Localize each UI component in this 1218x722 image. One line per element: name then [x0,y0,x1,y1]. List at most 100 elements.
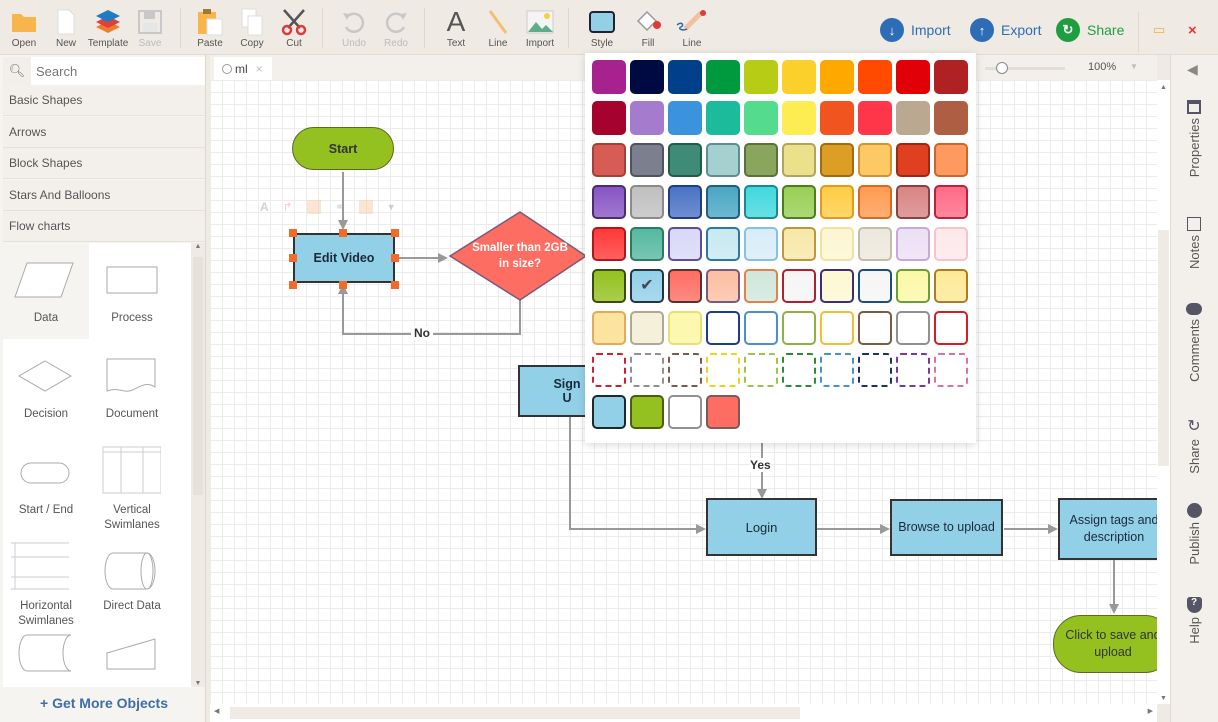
import-file-button[interactable]: ↓ Import [880,17,951,43]
style-swatch[interactable] [934,227,968,261]
style-swatch[interactable] [668,101,702,135]
style-swatch[interactable] [668,269,702,303]
resize-handle[interactable] [391,229,399,237]
shape-data[interactable]: Data [3,243,89,339]
search-input[interactable] [36,63,196,79]
sidebar-scrollbar[interactable]: ▲ ▼ [191,243,205,687]
panel-properties[interactable]: Properties [1179,100,1209,177]
shape-start-end[interactable]: Start / End [3,435,89,531]
shape-document[interactable]: Document [89,339,175,435]
style-swatch[interactable] [592,269,626,303]
style-swatch[interactable] [934,60,968,94]
style-swatch[interactable] [858,227,892,261]
node-sign-up[interactable]: Sign U [518,365,588,417]
style-swatch[interactable] [668,185,702,219]
panel-comments[interactable]: Comments [1179,303,1209,382]
redo-button[interactable]: Redo [374,8,418,52]
search-icon[interactable]: 🔍︎ [3,57,31,85]
line-style-button[interactable]: Line [670,8,714,52]
import-image-button[interactable]: Import [518,8,562,52]
style-swatch[interactable] [706,269,740,303]
style-swatch[interactable] [592,143,626,177]
style-swatch[interactable] [668,353,702,387]
category-block-shapes[interactable]: Block Shapes [3,148,205,179]
category-arrows[interactable]: Arrows [3,117,205,148]
style-swatch[interactable] [896,353,930,387]
node-edit-video[interactable]: Edit Video [293,233,395,283]
style-swatch[interactable] [668,227,702,261]
cut-button[interactable]: Cut [272,8,316,52]
template-button[interactable]: Template [86,8,130,52]
style-swatch[interactable] [744,227,778,261]
text-button[interactable]: A Text [434,6,478,52]
arrange-icon[interactable] [306,200,321,214]
style-swatch[interactable] [896,227,930,261]
style-swatch[interactable] [592,227,626,261]
style-swatch[interactable] [896,311,930,345]
style-swatch[interactable] [820,185,854,219]
style-swatch[interactable] [858,353,892,387]
text-tool-icon[interactable]: A [260,200,269,214]
get-more-objects-link[interactable]: + Get More Objects [3,687,205,722]
style-swatch[interactable] [706,311,740,345]
style-swatch[interactable] [934,143,968,177]
style-swatch[interactable] [744,353,778,387]
style-swatch[interactable] [934,353,968,387]
style-swatch[interactable] [592,60,626,94]
open-button[interactable]: Open [2,8,46,52]
style-swatch[interactable] [706,227,740,261]
close-button[interactable]: × [1188,17,1197,43]
fill-quick-icon[interactable] [358,200,373,214]
style-swatch[interactable] [630,60,664,94]
style-button[interactable]: Style [580,8,624,52]
style-swatch[interactable] [630,143,664,177]
style-swatch[interactable] [858,311,892,345]
node-save-upload[interactable]: Click to save and upload [1053,615,1157,673]
dropdown-icon[interactable]: ▼ [387,202,396,212]
style-swatch[interactable] [744,185,778,219]
style-swatch[interactable] [706,185,740,219]
canvas-horizontal-scrollbar[interactable]: ◀ ▶ [210,704,1157,722]
save-button[interactable]: Save [128,8,172,52]
style-swatch[interactable] [630,311,664,345]
style-swatch[interactable] [706,101,740,135]
style-swatch[interactable] [934,269,968,303]
style-swatch[interactable] [706,143,740,177]
panel-help[interactable]: ? Help [1179,597,1209,644]
shape-vertical-swimlanes[interactable]: Vertical Swimlanes [89,435,175,531]
style-swatch[interactable] [592,101,626,135]
style-swatch[interactable] [820,101,854,135]
shape-direct-data[interactable]: Direct Data [89,531,175,627]
node-start[interactable]: Start [292,127,394,170]
share-button[interactable]: ↻ Share [1056,17,1124,43]
style-swatch[interactable] [782,311,816,345]
style-swatch[interactable] [934,185,968,219]
style-swatch[interactable] [820,60,854,94]
style-swatch[interactable] [820,311,854,345]
resize-handle[interactable] [289,281,297,289]
style-swatch[interactable] [820,143,854,177]
style-swatch[interactable] [858,101,892,135]
resize-handle[interactable] [339,281,347,289]
style-swatch[interactable] [744,60,778,94]
style-swatch[interactable] [782,143,816,177]
style-swatch[interactable] [782,227,816,261]
connector-icon[interactable]: ↱ [283,200,293,214]
style-swatch[interactable] [820,269,854,303]
undo-button[interactable]: Undo [332,8,376,52]
style-swatch[interactable] [858,143,892,177]
link-icon[interactable]: ⚭ [335,200,345,214]
style-swatch[interactable] [630,101,664,135]
new-button[interactable]: New [44,8,88,52]
style-swatch[interactable] [668,143,702,177]
feedback-button[interactable]: ▭ [1153,17,1165,43]
style-swatch[interactable] [630,227,664,261]
style-swatch[interactable] [744,311,778,345]
style-swatch[interactable] [782,60,816,94]
zoom-dropdown-icon[interactable]: ▼ [1130,62,1138,71]
shape-process[interactable]: Process [89,243,175,339]
style-swatch[interactable]: ✔ [630,269,664,303]
canvas-vertical-scrollbar[interactable]: ▲ ▼ [1157,80,1170,704]
document-tab[interactable]: ml × [214,57,272,80]
style-swatch[interactable] [782,101,816,135]
